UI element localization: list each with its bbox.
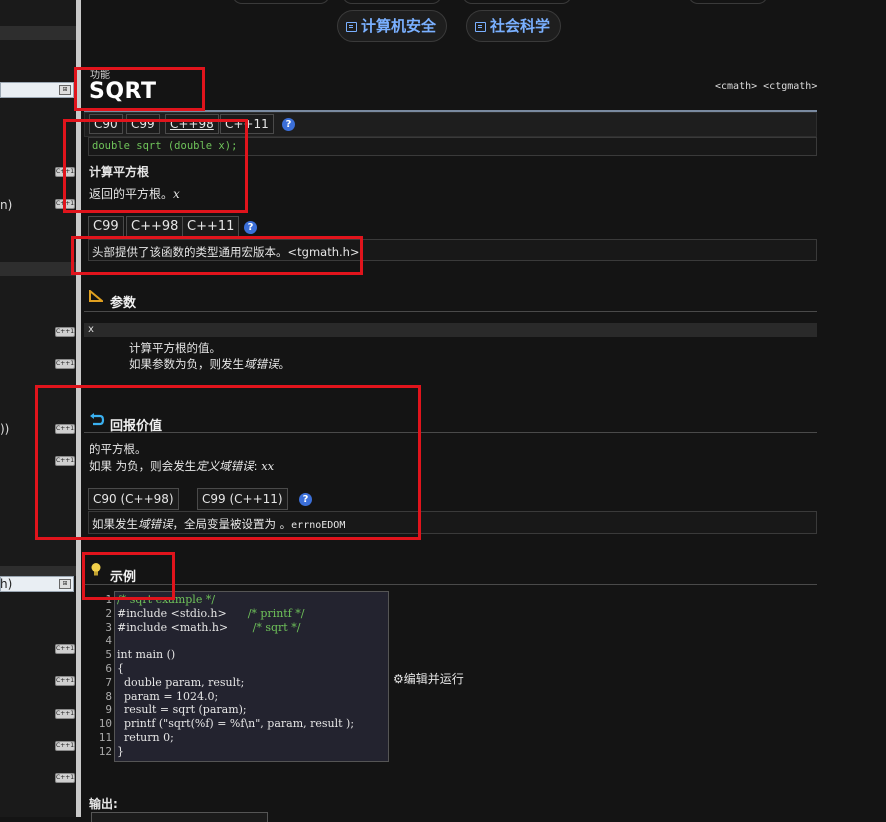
summary-text: 返回的平方根。x [89,187,180,201]
help-icon[interactable]: ? [244,221,257,234]
code-line: double param, result; [117,675,245,689]
line-number-gutter: 1 2 3 4 5 6 7 8 9 10 11 12 [90,593,112,759]
sidebar: ⊞ ⊞ n) )) h) C++11 C++11 C++11 C++11 C++… [0,0,78,817]
line-number: 3 [105,620,112,634]
code-line: result = sqrt (param); [117,703,247,717]
sidebar-tag[interactable]: C++11 [55,424,78,434]
code-line: /* sqrt example */ [117,593,216,606]
category-pill-partial[interactable] [462,0,572,4]
code-lines: /* sqrt example */#include <stdio.h> /* … [117,593,387,759]
sidebar-tag[interactable]: C++11 [55,199,78,209]
code-line: int main () [117,648,176,662]
line-number: 1 [105,593,112,606]
header-names: <cmath> <ctgmath> [715,81,818,92]
code-line: { [117,661,124,675]
tab-c99[interactable]: C99 [126,114,160,134]
line-number: 9 [105,703,112,717]
sidebar-band [0,566,76,576]
params-heading: 参数 [110,296,137,311]
code-line: param = 1024.0; [117,689,219,703]
line-number: 2 [105,606,112,620]
return-error-text: 如果 为负，则会发生定义域错误: xx [89,459,275,473]
function-signature: double sqrt (double x); [92,140,238,152]
ruler-icon [89,288,105,302]
code-line: return 0; [117,730,174,744]
output-label: 输出: [89,797,118,811]
tab-cpp11[interactable]: C++11 [182,216,240,238]
page-title: SQRT [89,79,157,104]
line-number: 12 [98,744,112,758]
lightbulb-icon [90,562,102,578]
tab-c90[interactable]: C90 [89,114,123,134]
param-name: x [88,324,95,335]
sidebar-tag[interactable]: C++11 [55,709,78,719]
category-pill-security[interactable]: 计算机安全 [337,10,448,42]
code-line: #include <stdio.h> /* printf */ [117,606,305,620]
summary-title: 计算平方根 [89,165,150,179]
sidebar-text: )) [0,422,10,436]
tab-cpp98[interactable]: C++98 [126,216,184,238]
sidebar-tag[interactable]: C++11 [55,327,78,337]
sidebar-tag[interactable]: C++11 [55,773,78,783]
category-pill-partial[interactable] [342,0,442,4]
section-divider [84,311,817,312]
line-number: 7 [105,675,112,689]
output-box [91,812,268,822]
return-text: 的平方根。 [89,442,147,456]
sidebar-tag[interactable]: C++11 [55,741,78,751]
return-icon [89,412,105,426]
sidebar-search-box[interactable]: ⊞ [0,82,74,98]
edit-run-label: 编辑并运行 [403,672,464,686]
section-divider [84,432,817,433]
sidebar-band [0,26,76,40]
code-line: } [117,744,124,758]
gear-icon: ⚙ [393,672,404,686]
book-icon [475,22,486,32]
book-icon [346,22,357,32]
sidebar-band [0,262,76,276]
line-number: 10 [98,717,112,731]
sidebar-box-icon: ⊞ [59,579,71,589]
category-label: 社会科学 [490,17,551,35]
tab-cpp98[interactable]: C++98 [165,114,219,134]
section-divider [84,584,817,585]
line-number: 8 [105,689,112,703]
sidebar-tag[interactable]: C++11 [55,167,78,177]
category-pill-partial[interactable] [688,0,768,4]
sidebar-text: n) [0,198,13,212]
code-line: #include <math.h> /* sqrt */ [117,620,301,634]
param-desc-error: 如果参数为负，则发生域错误。 [129,357,290,371]
param-desc: 计算平方根的值。 [129,341,221,355]
help-icon[interactable]: ? [282,118,295,131]
edit-run-button[interactable]: ⚙编辑并运行 [393,670,464,687]
line-number: 6 [105,661,112,675]
sidebar-divider [76,0,81,817]
example-heading: 示例 [110,570,137,585]
code-line: printf ("sqrt(%f) = %f\n", param, result… [117,717,355,731]
sidebar-tag[interactable]: C++11 [55,644,78,654]
errno-note: 如果发生域错误，全局变量被设置为 。errnoEDOM [92,517,346,531]
line-number: 4 [105,634,112,648]
tab-c99-cpp11[interactable]: C99 (C++11) [197,488,288,510]
line-number: 5 [105,648,112,662]
tab-c99[interactable]: C99 [88,216,124,238]
param-row [84,323,817,337]
sidebar-text: h) [0,577,13,591]
tab-c90-cpp98[interactable]: C90 (C++98) [88,488,179,510]
category-pill-social-science[interactable]: 社会科学 [466,10,562,42]
category-label: 计算机安全 [361,17,437,35]
line-number: 11 [98,730,112,744]
sidebar-tag[interactable]: C++11 [55,456,78,466]
help-icon[interactable]: ? [299,493,312,506]
sidebar-box-icon: ⊞ [59,85,71,95]
sidebar-tag[interactable]: C++11 [55,359,78,369]
tgmath-note: 头部提供了该函数的类型通用宏版本。<tgmath.h> [92,245,360,259]
category-pill-partial[interactable] [232,0,330,4]
tab-cpp11[interactable]: C++11 [220,114,274,134]
sidebar-tag[interactable]: C++11 [55,676,78,686]
